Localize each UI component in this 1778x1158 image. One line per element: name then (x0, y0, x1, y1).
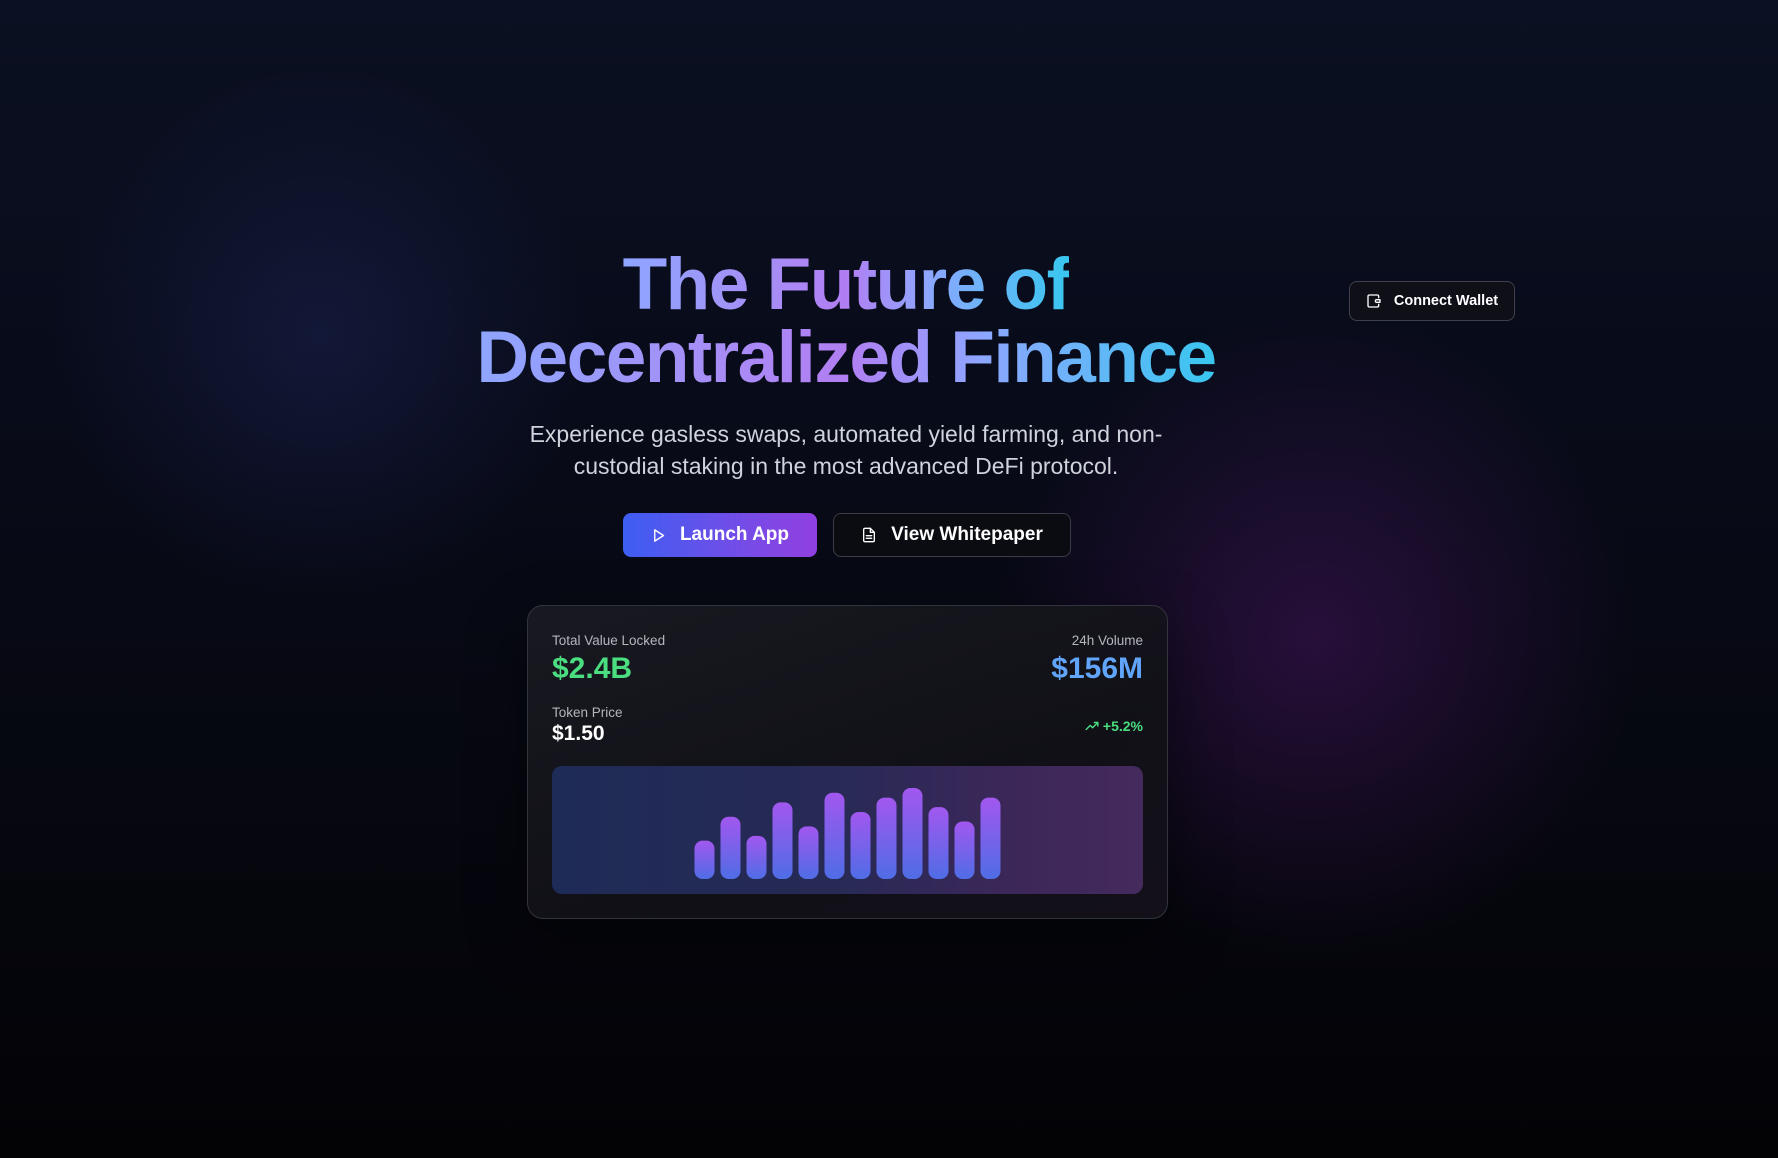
token-price-value: $1.50 (552, 722, 605, 745)
chart-bar (798, 826, 819, 879)
connect-wallet-label: Connect Wallet (1393, 293, 1499, 309)
document-icon (863, 527, 876, 543)
wallet-icon (1367, 294, 1381, 308)
chart-bar (772, 802, 793, 879)
price-change-value: +5.2% (1102, 718, 1143, 734)
chart-bar (694, 840, 715, 879)
chart-bar (954, 821, 975, 879)
token-price-label: Token Price (552, 705, 623, 720)
price-change-badge: +5.2% (1085, 718, 1143, 734)
chart-bar (746, 835, 767, 879)
tvl-label: Total Value Locked (552, 633, 666, 648)
chart-bar (980, 797, 1001, 879)
hero-subtitle: Experience gasless swaps, automated yiel… (529, 421, 1163, 479)
chart-bar (824, 792, 845, 879)
chart-bar (902, 788, 923, 879)
volume-label: 24h Volume (1071, 633, 1143, 648)
chart-bar (876, 797, 897, 879)
page-title: The Future of Decentralized Finance (0, 248, 1692, 394)
stats-card: Total Value Locked $2.4B 24h Volume $156… (527, 605, 1168, 919)
launch-app-button[interactable]: Launch App (623, 513, 817, 557)
connect-wallet-button[interactable]: Connect Wallet (1349, 281, 1515, 321)
trending-up-icon (1085, 721, 1099, 731)
volume-chart (552, 766, 1143, 894)
launch-app-label: Launch App (679, 524, 790, 545)
chart-bar (928, 807, 949, 879)
chart-bar (850, 811, 871, 879)
view-whitepaper-label: View Whitepaper (891, 524, 1043, 545)
bar-chart-svg (694, 788, 1001, 879)
chart-bar (720, 816, 741, 879)
tvl-value: $2.4B (552, 652, 633, 685)
title-line-2: Decentralized Finance (476, 317, 1217, 398)
view-whitepaper-button[interactable]: View Whitepaper (833, 513, 1071, 557)
volume-value: $156M (1051, 652, 1143, 685)
play-icon (654, 528, 665, 542)
title-line-1: The Future of (622, 244, 1071, 325)
hero-section: The Future of Decentralized Finance Expe… (0, 0, 1778, 1158)
